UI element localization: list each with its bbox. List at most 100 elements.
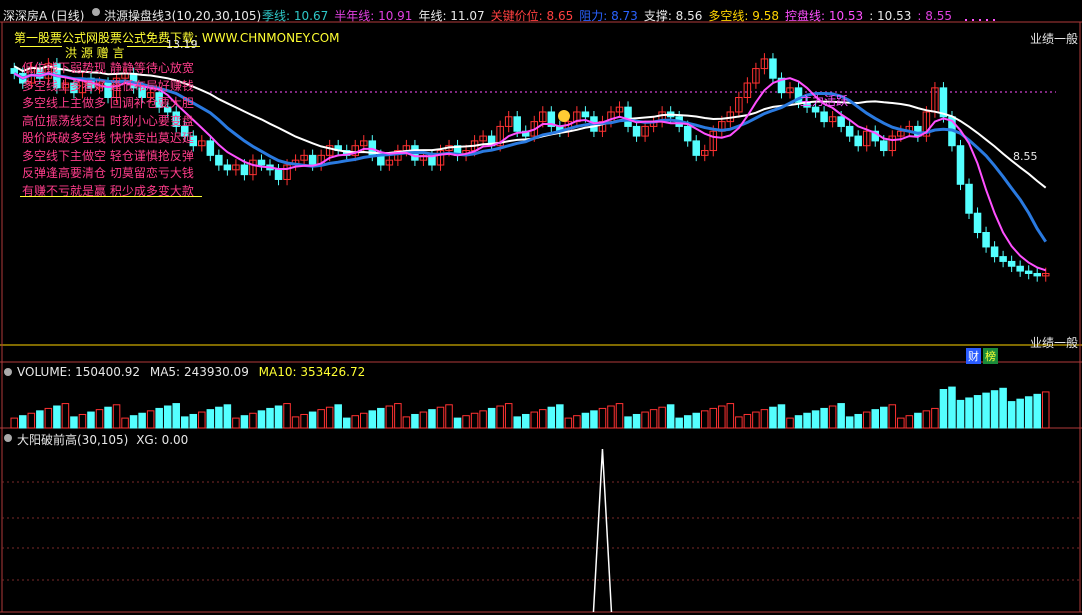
volume-bar-95 — [820, 407, 828, 429]
candle-body-59 — [513, 116, 521, 132]
volume-bar-71 — [615, 403, 624, 429]
volume-bar-10 — [95, 409, 104, 429]
candle-body-102 — [880, 140, 888, 152]
volume-bar-109 — [939, 389, 948, 429]
candle-body-117 — [1007, 260, 1016, 267]
candle-body-115 — [990, 246, 999, 258]
ranking-tag[interactable]: 榜 — [983, 348, 998, 364]
candle-body-29 — [257, 159, 266, 166]
volume-bar-20 — [180, 416, 189, 429]
volume-bar-25 — [223, 404, 232, 429]
candle-body-27 — [240, 164, 249, 176]
volume-bar-61 — [530, 411, 539, 429]
header-values: 季线: 10.67 半年线: 10.91 年线: 11.07 关键价位: 8.65 阻力… — [262, 7, 958, 24]
candle-body-67 — [581, 111, 590, 118]
volume-bar-18 — [163, 405, 172, 429]
xg-label: XG: — [136, 433, 158, 447]
candle-body-89 — [769, 58, 777, 79]
volume-bar-24 — [215, 406, 223, 429]
volume-bar-70 — [607, 405, 615, 429]
volume-bar-8 — [78, 413, 87, 429]
volume-bar-45 — [394, 403, 402, 429]
volume-bar-120 — [1033, 393, 1041, 429]
volume-bar-111 — [956, 399, 965, 429]
stock-title[interactable]: 深深房A (日线) — [3, 7, 84, 24]
volume-bar-48 — [419, 411, 428, 429]
volume-bar-44 — [385, 405, 394, 429]
ma10-value: 353426.72 — [300, 365, 366, 379]
volume-bar-108 — [931, 407, 939, 429]
finance-tag[interactable]: 财 — [966, 348, 981, 364]
poem-line-0: 低位线下弱势现 静静等待心放宽 — [22, 61, 194, 75]
signal-menu-icon[interactable] — [4, 434, 12, 442]
header-item-0: 季线: 10.67 — [262, 9, 329, 23]
candle-body-98 — [845, 125, 854, 137]
poem-bottom-rule — [20, 196, 202, 197]
header-item-4: 阻力: 8.73 — [579, 9, 638, 23]
poem-line-6: 反弹逢高要清仓 切莫留恋亏大钱 — [22, 166, 194, 180]
poem-line-1: 多空线上多看好 逢低布局好赚钱 — [22, 78, 194, 93]
volume-bar-88 — [760, 409, 769, 429]
high-price-label: 13.19 — [166, 38, 198, 51]
header-item-1: 半年线: 10.91 — [334, 9, 413, 23]
volume-bar-30 — [266, 407, 274, 429]
volume-bar-86 — [743, 413, 752, 429]
header-item-7: 控盘线: 10.53 — [784, 9, 864, 23]
volume-bar-56 — [487, 407, 496, 429]
right-label-top: 业绩一般 — [1030, 32, 1079, 46]
volume-bar-102 — [880, 406, 888, 429]
volume-bar-21 — [189, 413, 198, 429]
volume-bar-74 — [641, 411, 649, 429]
volume-bar-103 — [888, 404, 897, 429]
volume-bar-119 — [1024, 396, 1033, 429]
volume-bar-13 — [121, 417, 129, 429]
ma5-value: 243930.09 — [183, 365, 249, 379]
volume-bar-98 — [845, 416, 854, 429]
poem-line-3: 高位振荡线交白 时刻小心要变盘 — [22, 113, 194, 128]
volume-bar-89 — [769, 406, 777, 429]
volume-bar-63 — [547, 406, 556, 429]
volume-bar-121 — [1041, 391, 1050, 429]
volume-bar-85 — [735, 416, 743, 429]
signal-title: 大阳破前高(30,105) XG: 0.00 — [17, 431, 188, 448]
volume-value: 150400.92 — [75, 365, 141, 379]
volume-bar-94 — [811, 410, 820, 429]
candle-body-23 — [206, 140, 215, 156]
signal-name: 大阳破前高(30,105) — [17, 433, 129, 447]
volume-bar-16 — [146, 410, 155, 429]
volume-menu-icon[interactable] — [4, 368, 12, 376]
volume-bar-105 — [905, 415, 914, 429]
volume-bar-82 — [709, 407, 718, 429]
volume-bar-104 — [897, 417, 905, 429]
volume-bar-77 — [666, 404, 675, 429]
volume-bar-43 — [377, 407, 385, 429]
volume-bar-19 — [172, 403, 180, 429]
candle-body-97 — [837, 116, 845, 127]
poem-line-2: 多空线上主做多 回调补仓要大胆 — [22, 96, 194, 110]
volume-bar-107 — [922, 410, 931, 429]
xg-value: 0.00 — [161, 433, 189, 447]
volume-bar-34 — [300, 413, 308, 429]
volume-bar-78 — [675, 417, 683, 429]
volume-bar-51 — [445, 404, 453, 429]
poem-line-4: 股价跌破多空线 快快卖出莫迟延 — [22, 131, 194, 145]
indicator-title[interactable]: 洪源操盘线3(10,20,30,105) — [104, 7, 261, 24]
volume-bar-22 — [198, 411, 206, 429]
dropdown-icon[interactable] — [92, 8, 100, 16]
volume-bar-42 — [368, 410, 377, 429]
volume-bar-99 — [854, 413, 862, 429]
smile-icon — [558, 110, 570, 122]
volume-bar-84 — [726, 403, 735, 429]
volume-bar-46 — [402, 416, 411, 429]
volume-bar-87 — [752, 411, 760, 429]
volume-bar-37 — [325, 406, 334, 429]
volume-bar-11 — [104, 406, 112, 429]
candle-body-116 — [999, 256, 1007, 262]
header-item-9: : 8.55 — [917, 9, 952, 23]
volume-bar-97 — [837, 403, 845, 429]
candle-body-24 — [215, 154, 223, 166]
volume-bar-91 — [786, 417, 794, 429]
volume-bar-68 — [590, 410, 598, 429]
header-item-2: 年线: 11.07 — [418, 9, 485, 23]
volume-bar-101 — [871, 409, 880, 429]
